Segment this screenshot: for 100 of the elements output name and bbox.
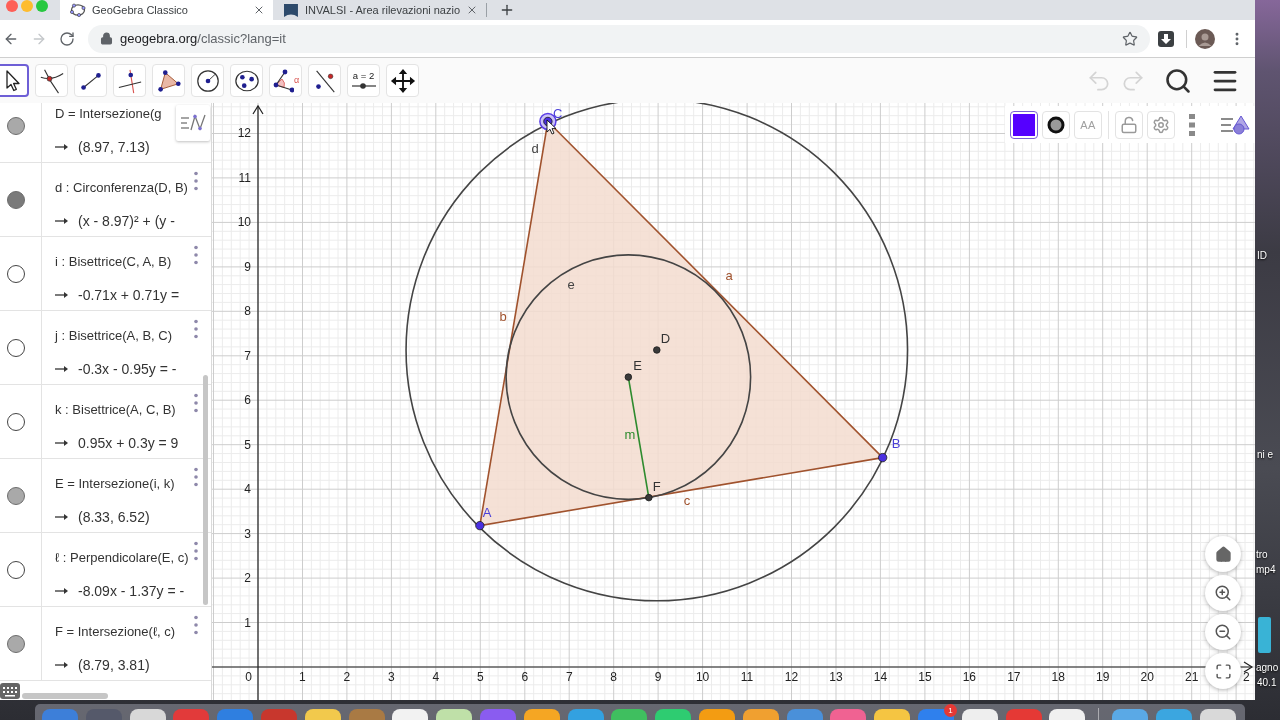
bookmark-star-icon[interactable] xyxy=(1122,30,1138,47)
address-field[interactable]: geogebra.org/classic?lang=it xyxy=(88,24,1150,53)
axis-tick-label: 14 xyxy=(873,670,888,684)
axis-tick-label: 11 xyxy=(238,170,251,185)
circle-icon xyxy=(194,67,221,94)
keyboard-icon[interactable] xyxy=(0,683,20,699)
visibility-toggle[interactable] xyxy=(7,190,25,209)
dock-app-icon[interactable] xyxy=(436,709,473,720)
desktop-icon-label[interactable]: mp4 xyxy=(1256,564,1276,575)
point[interactable] xyxy=(624,373,633,381)
definition-text: k : Bisettrice(A, C, B) xyxy=(55,401,176,418)
close-icon[interactable] xyxy=(253,4,265,16)
axis-tick-label: 10 xyxy=(695,670,710,684)
browser-tab[interactable]: INVALSI - Area rilevazioni nazio xyxy=(273,0,486,20)
visibility-toggle[interactable] xyxy=(7,634,25,653)
desktop-icon-label[interactable]: ni e xyxy=(1257,449,1274,460)
dock-app-icon[interactable] xyxy=(742,709,779,720)
tool-button[interactable]: α xyxy=(269,64,302,97)
dock-app-icon[interactable] xyxy=(611,709,648,720)
axis-tick-label: 1 xyxy=(299,670,306,684)
zoom-out-button[interactable] xyxy=(1205,614,1241,650)
new-tab-icon[interactable] xyxy=(499,2,515,18)
more-options-icon[interactable] xyxy=(194,171,198,191)
tool-button[interactable]: a = 2 xyxy=(347,64,380,97)
axis-tick-label: 11 xyxy=(740,670,754,684)
point-label: D xyxy=(660,331,671,346)
value-text: -8.09x - 1.37y = - xyxy=(78,583,185,599)
axis-tick-label: 5 xyxy=(476,670,484,684)
dock-app-icon[interactable] xyxy=(392,709,429,720)
style-bar-toggle-icon[interactable] xyxy=(1220,113,1250,136)
point-style-button[interactable] xyxy=(1042,110,1070,139)
dock-app-icon[interactable] xyxy=(655,709,692,720)
more-options-icon[interactable] xyxy=(194,245,198,265)
fullscreen-button[interactable] xyxy=(1205,653,1241,689)
color-swatch-icon xyxy=(1013,113,1035,136)
point[interactable] xyxy=(878,453,888,463)
axis-tick-label: 3 xyxy=(388,670,395,684)
avatar-icon[interactable] xyxy=(1195,28,1215,49)
reload-icon[interactable] xyxy=(59,30,75,47)
axis-tick-label: 4 xyxy=(244,482,251,497)
dock-app-icon[interactable] xyxy=(523,709,560,720)
settings-button[interactable] xyxy=(1147,110,1175,139)
dock-app-icon[interactable] xyxy=(961,709,998,720)
ring-icon xyxy=(1047,115,1065,134)
axis-tick-label: 6 xyxy=(244,393,251,408)
dock-app-icon[interactable] xyxy=(129,709,166,720)
zoom-out-icon xyxy=(1214,623,1232,641)
scrollbar-thumb[interactable] xyxy=(22,693,108,699)
value-text: (8.97, 7.13) xyxy=(78,139,150,155)
point-label: B xyxy=(891,435,901,451)
tool-button[interactable] xyxy=(0,64,29,97)
visibility-toggle[interactable] xyxy=(7,116,25,135)
visibility-toggle[interactable] xyxy=(7,486,25,505)
axis-tick-label: 1 xyxy=(244,615,251,630)
more-options-icon[interactable] xyxy=(194,319,198,339)
more-options-icon[interactable] xyxy=(194,393,198,413)
window-close-button[interactable] xyxy=(6,0,18,12)
dock-app-icon[interactable] xyxy=(1049,709,1086,720)
visibility-toggle[interactable] xyxy=(7,264,25,283)
color-button[interactable] xyxy=(1010,110,1038,139)
definition-text: E = Intersezione(i, k) xyxy=(55,475,175,492)
dock-app-icon[interactable] xyxy=(1111,709,1148,720)
point[interactable] xyxy=(653,346,661,354)
dock-app-icon[interactable] xyxy=(698,709,735,720)
more-options-icon[interactable] xyxy=(1189,113,1195,136)
point[interactable] xyxy=(475,521,485,531)
scrollbar-thumb[interactable] xyxy=(203,375,208,605)
desktop-icon-label[interactable]: ID xyxy=(1257,250,1267,261)
point-label: A xyxy=(482,504,492,520)
angle-icon xyxy=(271,67,294,94)
axis-tick-label: 7 xyxy=(565,670,573,684)
page-icon xyxy=(283,2,299,18)
axis-tick-label: 18 xyxy=(1051,670,1065,684)
dock-app-icon[interactable] xyxy=(1155,709,1192,720)
desktop-icon-label[interactable]: agno xyxy=(1256,662,1279,673)
dock-app-icon[interactable] xyxy=(874,709,911,720)
download-extension-icon[interactable] xyxy=(1158,30,1174,47)
dock-app-icon[interactable] xyxy=(1199,709,1236,720)
more-options-icon[interactable] xyxy=(194,467,198,487)
more-options-icon[interactable] xyxy=(194,615,198,635)
zoom-in-button[interactable] xyxy=(1205,575,1241,611)
visibility-toggle[interactable] xyxy=(7,412,25,431)
desktop-icon-label[interactable]: 40.1 xyxy=(1257,677,1277,688)
more-options-icon[interactable] xyxy=(194,541,198,561)
tab-title: GeoGebra Classico xyxy=(92,4,189,16)
browser-tab[interactable]: GeoGebra Classico xyxy=(60,0,273,20)
axis-tick-label: 12 xyxy=(237,126,251,141)
search-icon[interactable] xyxy=(1164,66,1192,95)
visibility-toggle[interactable] xyxy=(7,560,25,579)
perpendicular-lines-icon xyxy=(116,67,143,94)
close-icon[interactable] xyxy=(466,4,478,16)
home-button[interactable] xyxy=(1205,536,1241,572)
visibility-toggle[interactable] xyxy=(7,338,25,357)
lock-button[interactable] xyxy=(1115,110,1143,139)
point[interactable] xyxy=(645,493,653,502)
object-label: c xyxy=(683,493,691,508)
dock-app-icon[interactable] xyxy=(304,709,341,720)
desktop-icon-label[interactable]: tro xyxy=(1256,549,1268,560)
algebra-style-toggle[interactable] xyxy=(176,105,210,141)
definition-text: D = Intersezione(g xyxy=(55,105,162,122)
